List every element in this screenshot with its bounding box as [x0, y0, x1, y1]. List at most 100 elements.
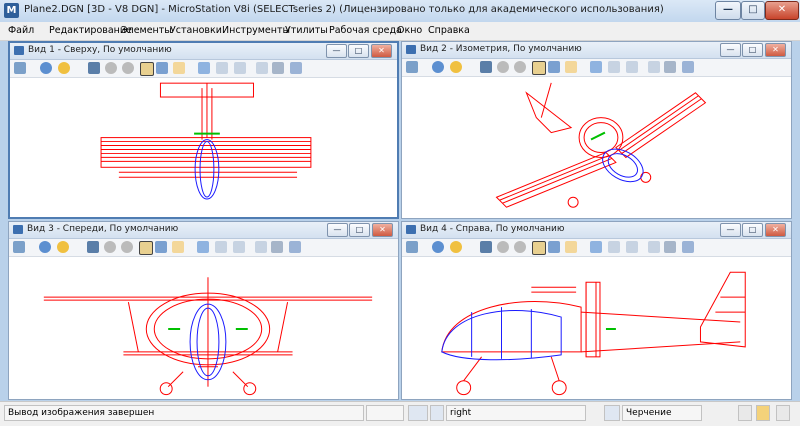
- rotate-view-icon[interactable]: [565, 241, 577, 253]
- view-1-top[interactable]: Вид 1 - Сверху, По умолчанию — □ ✕: [8, 41, 399, 219]
- minimize-button[interactable]: —: [715, 1, 741, 20]
- view-maximize-button[interactable]: □: [349, 223, 370, 237]
- rotate-view-icon[interactable]: [565, 61, 577, 73]
- rotate-view-icon[interactable]: [173, 62, 185, 74]
- clip-mask-icon[interactable]: [664, 241, 676, 253]
- view-2-isometric[interactable]: Вид 2 - Изометрия, По умолчанию — □ ✕: [401, 41, 792, 219]
- view-maximize-button[interactable]: □: [742, 43, 763, 57]
- view-previous-icon[interactable]: [198, 62, 210, 74]
- menu-file[interactable]: Файл: [8, 25, 34, 36]
- menu-elements[interactable]: Элементы: [121, 25, 172, 36]
- view-attributes-icon[interactable]: [406, 61, 418, 73]
- clip-volume-icon[interactable]: [648, 61, 660, 73]
- zoom-out-icon[interactable]: [514, 61, 526, 73]
- view-canvas[interactable]: [9, 257, 398, 399]
- menu-settings[interactable]: Установки: [170, 25, 222, 36]
- update-view-icon[interactable]: [480, 61, 492, 73]
- view-canvas[interactable]: [402, 77, 791, 218]
- home-icon[interactable]: [756, 405, 770, 421]
- fit-view-icon[interactable]: [155, 241, 167, 253]
- display-style-icon[interactable]: [39, 241, 51, 253]
- resize-grip-icon[interactable]: [776, 405, 790, 421]
- fit-view-icon[interactable]: [156, 62, 168, 74]
- update-view-icon[interactable]: [88, 62, 100, 74]
- view-maximize-button[interactable]: □: [348, 44, 369, 58]
- view-canvas[interactable]: [10, 78, 397, 217]
- menu-utilities[interactable]: Утилиты: [285, 25, 328, 36]
- lock-icon[interactable]: [408, 405, 428, 421]
- view-maximize-button[interactable]: □: [742, 223, 763, 237]
- view-next-icon[interactable]: [608, 241, 620, 253]
- view-attributes-icon[interactable]: [13, 241, 25, 253]
- clip-volume-icon[interactable]: [256, 62, 268, 74]
- zoom-in-icon[interactable]: [497, 61, 509, 73]
- lighting-icon[interactable]: [450, 61, 462, 73]
- zoom-in-icon[interactable]: [104, 241, 116, 253]
- lighting-icon[interactable]: [57, 241, 69, 253]
- clip-volume-icon[interactable]: [255, 241, 267, 253]
- clip-volume-icon[interactable]: [648, 241, 660, 253]
- view-previous-icon[interactable]: [590, 241, 602, 253]
- maximize-button[interactable]: □: [741, 1, 765, 20]
- window-area-icon[interactable]: [532, 241, 546, 255]
- window-area-icon[interactable]: [532, 61, 546, 75]
- close-button[interactable]: ✕: [765, 1, 799, 20]
- clip-mask-icon[interactable]: [272, 62, 284, 74]
- menu-edit[interactable]: Редактирование: [49, 25, 132, 36]
- fit-view-icon[interactable]: [548, 241, 560, 253]
- copy-view-icon[interactable]: [626, 61, 638, 73]
- window-area-icon[interactable]: [139, 241, 153, 255]
- view-minimize-button[interactable]: —: [720, 43, 741, 57]
- view-next-icon[interactable]: [215, 241, 227, 253]
- update-view-icon[interactable]: [87, 241, 99, 253]
- display-style-icon[interactable]: [432, 241, 444, 253]
- view-close-button[interactable]: ✕: [765, 223, 786, 237]
- fit-view-icon[interactable]: [548, 61, 560, 73]
- view-canvas[interactable]: [402, 257, 791, 399]
- view-3-front[interactable]: Вид 3 - Спереди, По умолчанию — □ ✕: [8, 221, 399, 400]
- view-minimize-button[interactable]: —: [327, 223, 348, 237]
- view-minimize-button[interactable]: —: [326, 44, 347, 58]
- window-area-icon[interactable]: [140, 62, 154, 76]
- status-mode: Черчение: [622, 405, 702, 421]
- snap-icon[interactable]: [430, 405, 444, 421]
- view-previous-icon[interactable]: [590, 61, 602, 73]
- walk-icon[interactable]: [682, 241, 694, 253]
- display-style-icon[interactable]: [432, 61, 444, 73]
- display-style-icon[interactable]: [40, 62, 52, 74]
- rotate-view-icon[interactable]: [172, 241, 184, 253]
- view-next-icon[interactable]: [608, 61, 620, 73]
- clip-mask-icon[interactable]: [664, 61, 676, 73]
- menu-tools[interactable]: Инструменты: [222, 25, 290, 36]
- walk-icon[interactable]: [290, 62, 302, 74]
- view-icon: [13, 225, 23, 234]
- copy-view-icon[interactable]: [234, 62, 246, 74]
- zoom-out-icon[interactable]: [121, 241, 133, 253]
- walk-icon[interactable]: [682, 61, 694, 73]
- zoom-in-icon[interactable]: [105, 62, 117, 74]
- lighting-icon[interactable]: [58, 62, 70, 74]
- view-close-button[interactable]: ✕: [372, 223, 393, 237]
- menu-workspace[interactable]: Рабочая среда: [329, 25, 402, 36]
- view-next-icon[interactable]: [216, 62, 228, 74]
- lighting-icon[interactable]: [450, 241, 462, 253]
- zoom-in-icon[interactable]: [497, 241, 509, 253]
- menu-help[interactable]: Справка: [428, 25, 470, 36]
- walk-icon[interactable]: [289, 241, 301, 253]
- zoom-out-icon[interactable]: [122, 62, 134, 74]
- update-view-icon[interactable]: [480, 241, 492, 253]
- view-4-right[interactable]: Вид 4 - Справа, По умолчанию — □ ✕: [401, 221, 792, 400]
- zoom-out-icon[interactable]: [514, 241, 526, 253]
- copy-view-icon[interactable]: [626, 241, 638, 253]
- view-attributes-icon[interactable]: [406, 241, 418, 253]
- menu-window[interactable]: Окно: [397, 25, 422, 36]
- fuselage-nose: [194, 139, 220, 200]
- view-minimize-button[interactable]: —: [720, 223, 741, 237]
- clip-mask-icon[interactable]: [271, 241, 283, 253]
- view-attributes-icon[interactable]: [14, 62, 26, 74]
- copy-view-icon[interactable]: [233, 241, 245, 253]
- view-close-button[interactable]: ✕: [371, 44, 392, 58]
- message-icon[interactable]: [738, 405, 752, 421]
- view-close-button[interactable]: ✕: [765, 43, 786, 57]
- view-previous-icon[interactable]: [197, 241, 209, 253]
